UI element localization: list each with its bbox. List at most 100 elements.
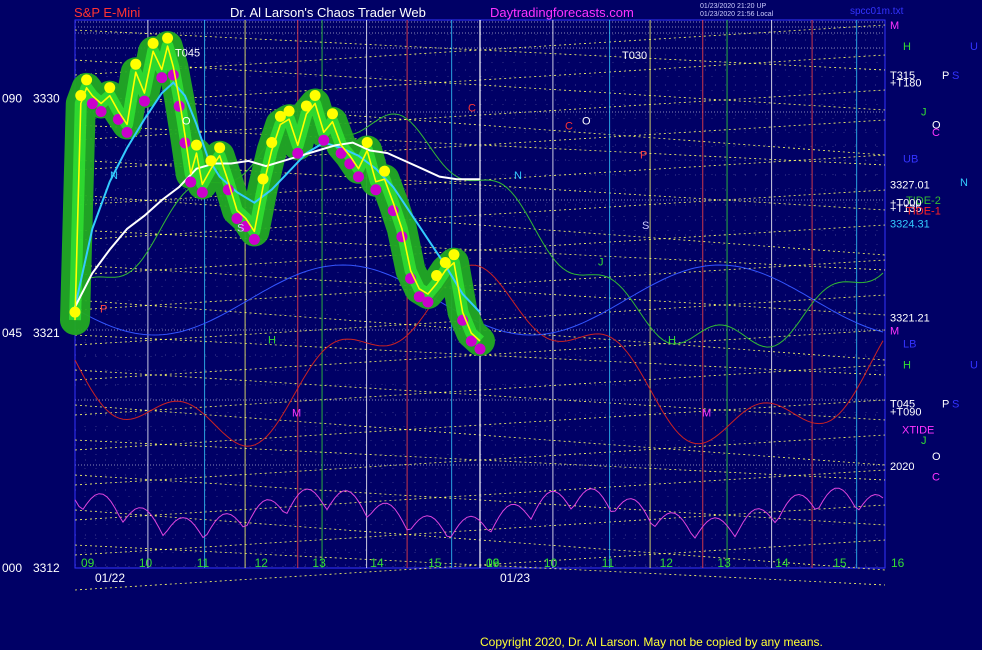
price-dot-low [95, 106, 107, 118]
price-dot-high [214, 142, 226, 154]
right-axis-label: UB [903, 153, 918, 165]
right-axis-label: 3321.21 [890, 312, 930, 324]
price-dot-high [431, 270, 443, 282]
price-dot-low [318, 134, 330, 146]
marker-right-j: J [598, 256, 604, 268]
price-dot-high [361, 136, 373, 148]
price-dot-high [104, 82, 116, 94]
price-dot-low [344, 158, 356, 170]
x-tick-hour: 10 [544, 556, 558, 570]
price-dot-high [191, 139, 202, 151]
x-tick-hour: 15 [428, 556, 442, 570]
price-dot-high [205, 155, 217, 167]
marker-right-h: H [668, 335, 676, 347]
right-axis-label: C [932, 127, 940, 139]
x-tick-hour: 15 [833, 556, 847, 570]
price-dot-high [81, 74, 93, 86]
marker-left-t045: T045 [175, 48, 200, 60]
price-dot-high [283, 105, 295, 117]
right-axis-label: XTIDE [902, 425, 934, 437]
x-date-label: 01/22 [95, 571, 125, 585]
right-axis-label: TIDE-1 [906, 205, 941, 217]
x-tick-hour: 10 [139, 556, 153, 570]
price-dot-low [396, 231, 408, 243]
price-dot-low [422, 296, 434, 308]
marker-right-c: C [565, 121, 573, 133]
right-axis-label: H [903, 41, 911, 53]
y-tick-code: 000 [2, 561, 22, 575]
right-axis-label: J [921, 106, 927, 118]
right-axis-label: 2020 [890, 461, 914, 473]
price-dot-low [156, 72, 168, 84]
marker-right-t030: T030 [622, 50, 647, 62]
price-dot-high [448, 249, 460, 261]
right-axis-label: N [960, 177, 968, 189]
right-axis-label: J [921, 435, 927, 447]
marker-left-p: P [100, 303, 107, 315]
x-tick-hour: 12 [255, 556, 269, 570]
right-axis-label: 3327.01 [890, 179, 930, 191]
marker-left-s: S [237, 222, 244, 234]
price-dot-high [162, 32, 174, 44]
right-axis-label: O [932, 451, 941, 463]
right-axis-label: P [942, 399, 949, 411]
price-dot-low [196, 186, 208, 198]
right-axis-label: LB [903, 339, 916, 351]
marker-right-o: O [582, 115, 591, 127]
marker-left-h: H [268, 335, 276, 347]
price-dot-low [121, 126, 133, 138]
timestamp-2: 01/23/2020 21:56 Local [700, 11, 774, 18]
marker-right-p: P [640, 149, 647, 161]
right-axis-label: C [932, 472, 940, 484]
price-dot-high [257, 173, 269, 185]
timestamp-1: 01/23/2020 21:20 UP [700, 3, 766, 10]
price-dot-low [248, 233, 260, 245]
price-dot-low [112, 113, 124, 125]
author-title: Dr. Al Larson's Chaos Trader Web [230, 5, 426, 20]
x-tick-hour: 11 [602, 556, 615, 570]
x-tick-hour: 14 [775, 556, 789, 570]
price-dot-high [309, 90, 321, 102]
x-tick-hour: 09 [81, 556, 95, 570]
marker-left-o: O [182, 115, 191, 127]
copyright: Copyright 2020, Dr. Al Larson. May not b… [480, 635, 823, 649]
y-tick-value: 3321 [33, 326, 60, 340]
y-tick-code: 090 [2, 91, 22, 105]
price-dot-low [292, 147, 304, 159]
price-dot-low [370, 184, 382, 196]
price-dot-high [326, 108, 338, 120]
marker-right-s: S [642, 220, 649, 232]
marker-left-c: C [468, 102, 476, 114]
right-axis-label: M [890, 326, 899, 338]
right-axis-label: P [942, 70, 949, 82]
x-tick-hour: 11 [197, 556, 210, 570]
x-tick-hour: 14 [370, 556, 384, 570]
x-tick-hour: 13 [717, 556, 731, 570]
y-tick-value: 3312 [33, 561, 60, 575]
price-dot-low [353, 171, 364, 183]
y-tick-code: 045 [2, 326, 22, 340]
site-link[interactable]: Daytradingforecasts.com [490, 5, 634, 20]
marker-left-n: N [110, 170, 118, 182]
x-tick-hour: 12 [660, 556, 674, 570]
chart-svg: NOSPHMT045CT030OPNSJHMC 090 3330045 332100… [0, 0, 982, 650]
right-axis-label: U [970, 41, 978, 53]
x-tick-hour: 09 [486, 556, 500, 570]
right-axis-label: H [903, 359, 911, 371]
marker-right-n: N [514, 170, 522, 182]
data-file-label: spcc01m.txt [850, 6, 904, 17]
y-tick-value: 3330 [33, 91, 60, 105]
right-axis-label: +T090 [890, 406, 922, 418]
price-dot-high [130, 58, 142, 70]
right-axis-label: +T180 [890, 78, 922, 90]
price-dot-high [147, 37, 159, 49]
price-dot-high [379, 165, 391, 177]
x-date-label: 01/23 [500, 571, 530, 585]
x-tick-hour: 16 [891, 556, 905, 570]
right-axis-label: S [952, 70, 959, 82]
price-dot-low [474, 343, 486, 355]
marker-left-m: M [292, 408, 301, 420]
right-axis-label: M [890, 20, 899, 32]
price-dot-low [138, 95, 150, 107]
price-dot-low [185, 176, 197, 188]
